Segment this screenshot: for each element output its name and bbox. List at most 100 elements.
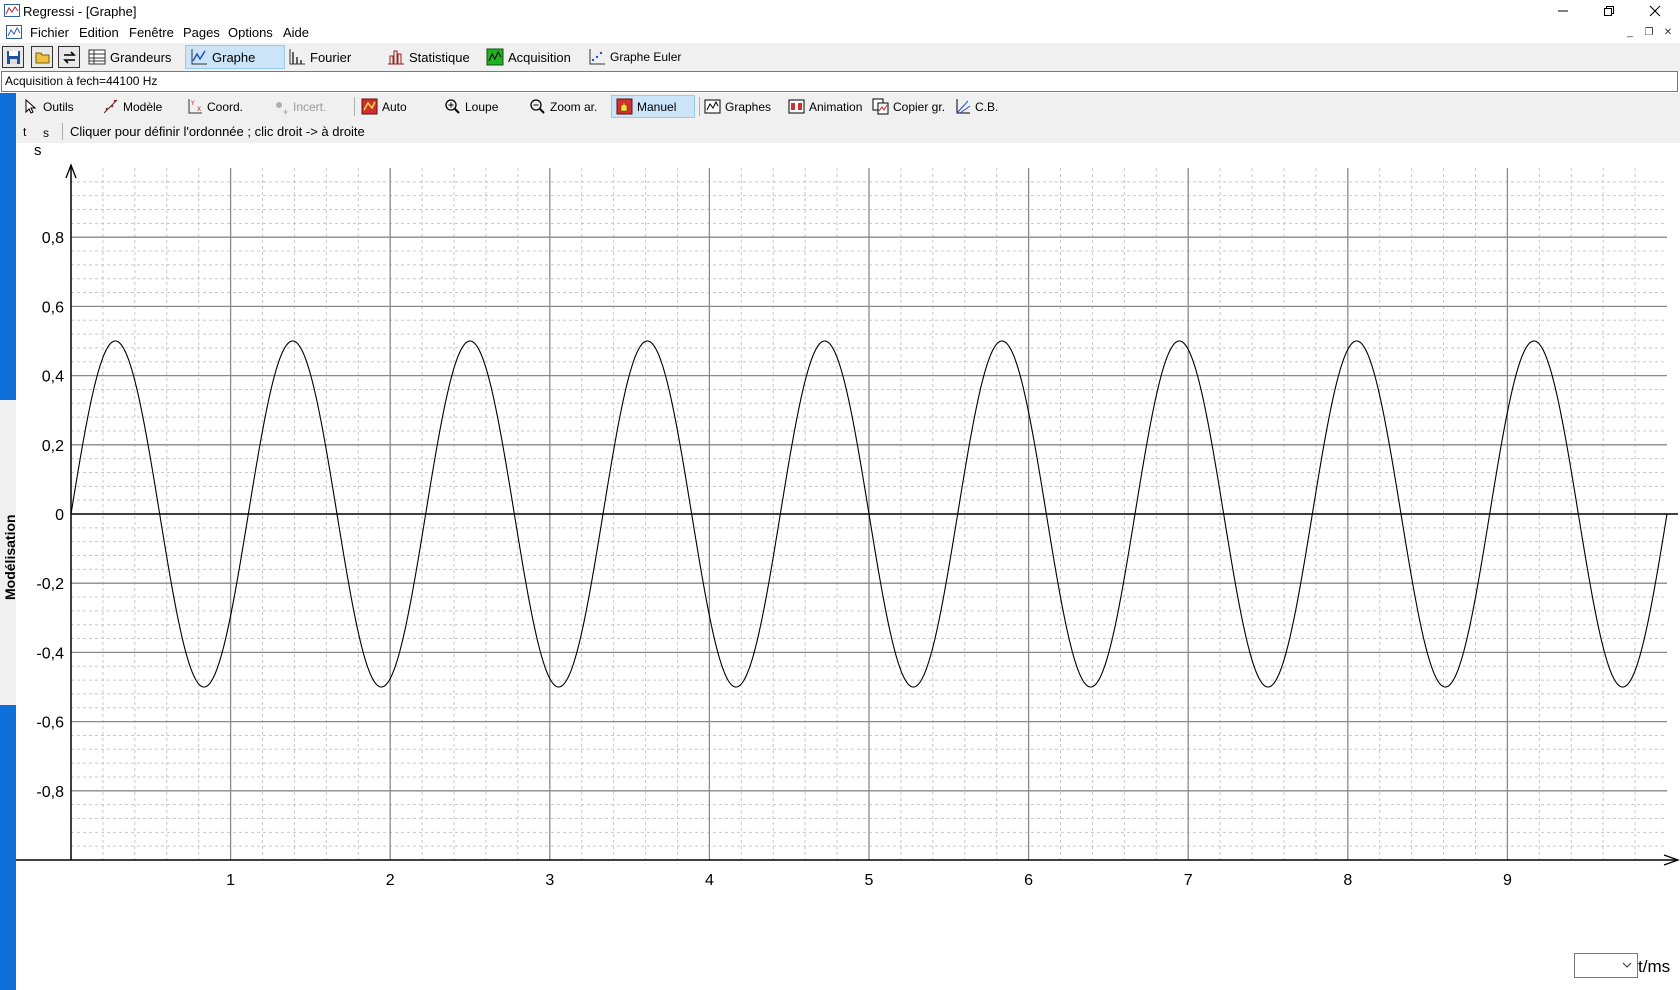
mdi-restore-icon[interactable]: ❐ (1642, 27, 1656, 39)
y-axis-label: s (34, 143, 42, 159)
hint-variable-t[interactable]: t (23, 125, 26, 139)
refresh-button[interactable] (58, 46, 80, 68)
svg-text:Y: Y (190, 100, 195, 107)
save-button[interactable] (2, 46, 24, 68)
manual-scale-icon (616, 98, 633, 115)
animation-button[interactable]: Animation (788, 95, 862, 118)
y-tick-label: 0,8 (42, 230, 64, 247)
tab-graphe-euler-label: Graphe Euler (610, 50, 682, 64)
tab-acquisition[interactable]: Acquisition (486, 45, 571, 69)
tab-statistique[interactable]: Statistique (387, 45, 470, 69)
x-tick-label: 1 (226, 872, 235, 889)
manuel-button[interactable]: Manuel (611, 95, 695, 118)
tab-graphe-label: Graphe (212, 49, 256, 65)
zoom-arriere-label: Zoom ar. (550, 99, 598, 114)
tab-graphe-euler[interactable]: Graphe Euler (588, 45, 681, 69)
x-tick-label: 8 (1343, 872, 1352, 889)
toolbar-separator (699, 97, 700, 116)
coord-button[interactable]: YX Coord. (186, 95, 243, 118)
tab-fourier[interactable]: Fourier (288, 45, 351, 69)
copier-graphe-button[interactable]: Copier gr. (872, 95, 945, 118)
chevron-down-icon (1622, 962, 1632, 968)
hint-separator (62, 123, 63, 140)
minimize-button[interactable] (1540, 0, 1586, 22)
x-tick-label: 9 (1503, 872, 1512, 889)
tab-grandeurs[interactable]: Grandeurs (88, 45, 171, 69)
zoom-in-icon (445, 99, 460, 114)
graph-toolbar: Outils Modèle YX Coord. Incert. Auto Lou… (16, 93, 1680, 120)
menu-fichier[interactable]: Fichier (30, 25, 69, 40)
tab-grandeurs-label: Grandeurs (110, 49, 172, 65)
acquisition-icon (486, 48, 504, 66)
restore-button[interactable] (1586, 0, 1632, 22)
folder-open-icon (35, 52, 49, 63)
outils-button[interactable]: Outils (22, 95, 74, 118)
x-tick-label: 6 (1024, 872, 1033, 889)
y-tick-label: 0,2 (42, 438, 64, 455)
svg-text:X: X (197, 106, 201, 113)
y-tick-label: -0,8 (36, 784, 64, 801)
copier-graphe-label: Copier gr. (893, 99, 946, 114)
document-icon[interactable] (6, 25, 22, 39)
menu-aide[interactable]: Aide (283, 25, 309, 40)
hint-text: Cliquer pour définir l'ordonnée ; clic d… (70, 124, 365, 139)
auto-label: Auto (382, 99, 407, 114)
animation-film-icon (788, 99, 805, 114)
window-title: Regressi - [Graphe] (23, 4, 137, 19)
mdi-close-icon[interactable]: ✕ (1661, 27, 1675, 39)
loupe-label: Loupe (465, 99, 499, 114)
auto-scale-icon (361, 98, 378, 115)
x-tick-label: 2 (386, 872, 395, 889)
mdi-minimize-icon[interactable]: _ (1623, 27, 1637, 39)
menu-fenetre[interactable]: Fenêtre (129, 25, 174, 40)
loupe-button[interactable]: Loupe (444, 95, 498, 118)
minimize-icon (1558, 10, 1568, 12)
close-button[interactable] (1632, 0, 1678, 22)
tab-fourier-label: Fourier (310, 49, 352, 65)
floppy-disk-icon (6, 50, 20, 64)
menu-edition[interactable]: Edition (79, 25, 119, 40)
graph-curve-icon (191, 49, 207, 65)
arrows-swap-icon (62, 50, 76, 64)
graphes-label: Graphes (725, 99, 772, 114)
y-tick-label: -0,6 (36, 715, 64, 732)
y-tick-label: 0,6 (42, 299, 64, 316)
menu-options[interactable]: Options (228, 25, 273, 40)
axes-yx-icon: YX (188, 99, 202, 114)
tab-acquisition-label: Acquisition (508, 49, 571, 65)
outils-label: Outils (43, 99, 74, 114)
x-tick-label: 4 (705, 872, 714, 889)
incert-label: Incert. (293, 99, 327, 114)
zoom-arriere-button[interactable]: Zoom ar. (529, 95, 597, 118)
graphes-button[interactable]: Graphes (704, 95, 771, 118)
manuel-label: Manuel (637, 99, 677, 114)
menu-pages[interactable]: Pages (183, 25, 220, 40)
graphs-window-icon (704, 99, 721, 114)
auto-button[interactable]: Auto (361, 95, 407, 118)
animation-label: Animation (809, 99, 863, 114)
graph-area[interactable]: 0,8 0,6 0,4 0,2 0 -0,2 -0,4 -0,6 -0,8 1 2 3 4 5 6 7 8 9 s (16, 143, 1680, 990)
spectrum-bars-icon (289, 49, 305, 65)
acquisition-status-field: Acquisition à fech=44100 Hz (1, 71, 1678, 92)
histogram-icon (388, 50, 404, 65)
modele-label: Modèle (123, 99, 163, 114)
y-tick-label: 0 (55, 507, 64, 524)
x-tick-label: 5 (865, 872, 874, 889)
main-toolbar: Grandeurs Graphe Fourier Statistique Acq… (0, 43, 1680, 71)
x-axis-label: t/ms (1638, 957, 1671, 976)
hint-bar: t s Cliquer pour définir l'ordonnée ; cl… (16, 120, 1680, 143)
modele-button[interactable]: Modèle (102, 95, 162, 118)
y-tick-label: -0,4 (36, 645, 64, 662)
euler-points-icon (589, 49, 605, 65)
tab-graphe[interactable]: Graphe (185, 45, 285, 69)
table-icon (88, 49, 106, 65)
open-button[interactable] (31, 46, 53, 68)
hint-variable-s[interactable]: s (43, 126, 49, 140)
toolbar-separator (354, 97, 355, 116)
x-axis-unit-dropdown[interactable] (1574, 953, 1638, 978)
cb-button[interactable]: C.B. (954, 95, 998, 118)
axes (16, 163, 1680, 866)
coord-label: Coord. (207, 99, 244, 114)
uncertainty-icon (276, 102, 288, 115)
incert-button[interactable]: Incert. (272, 95, 326, 118)
